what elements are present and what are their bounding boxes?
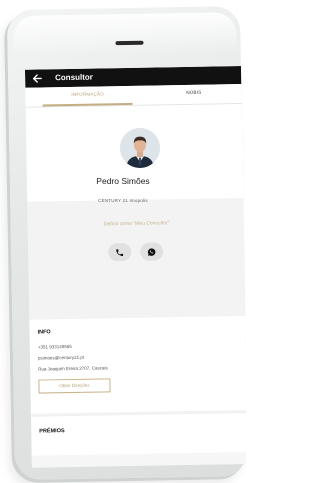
phone-screen: Consultor INFORMAÇÃO NOBIS Definir como … [24, 65, 246, 468]
set-my-consultant-link[interactable]: Definir como “Meu Consultor” [28, 219, 246, 229]
call-button[interactable] [108, 242, 132, 262]
awards-section: PRÉMIOS [30, 411, 246, 457]
tab-informacao[interactable]: INFORMAÇÃO [71, 91, 104, 97]
tab-nobis[interactable]: NOBIS [186, 90, 201, 95]
info-heading: INFO [37, 329, 51, 336]
phone-device: Consultor INFORMAÇÃO NOBIS Definir como … [6, 6, 246, 480]
whatsapp-button[interactable] [139, 242, 164, 261]
get-directions-button[interactable]: Obter Direções [38, 378, 111, 394]
consultant-name: Pedro Simões [96, 176, 150, 186]
phone-number[interactable]: +351 933148565 [38, 344, 72, 350]
agency-name: CENTURY 21 Imopolis [98, 198, 148, 203]
screenshot-canvas: Consultor INFORMAÇÃO NOBIS Definir como … [0, 0, 246, 483]
arrow-left-icon[interactable] [32, 71, 44, 85]
whatsapp-icon [147, 248, 156, 256]
page-title: Consultor [55, 72, 93, 83]
phone-icon [116, 249, 124, 256]
info-section: INFO +351 933148565 psimoes@century21.pt… [29, 315, 246, 414]
awards-heading: PRÉMIOS [39, 428, 65, 435]
avatar [120, 128, 160, 168]
bottom-spacer [31, 451, 246, 468]
consultant-photo [120, 128, 160, 168]
email-address[interactable]: psimoes@century21.pt [38, 355, 84, 361]
street-address: Rua Joaquim Ereira 2707, Cascais [38, 365, 108, 372]
speaker-grille [115, 40, 144, 46]
bezel-highlight [13, 12, 237, 56]
contact-actions: Definir como “Meu Consultor” [27, 198, 246, 281]
